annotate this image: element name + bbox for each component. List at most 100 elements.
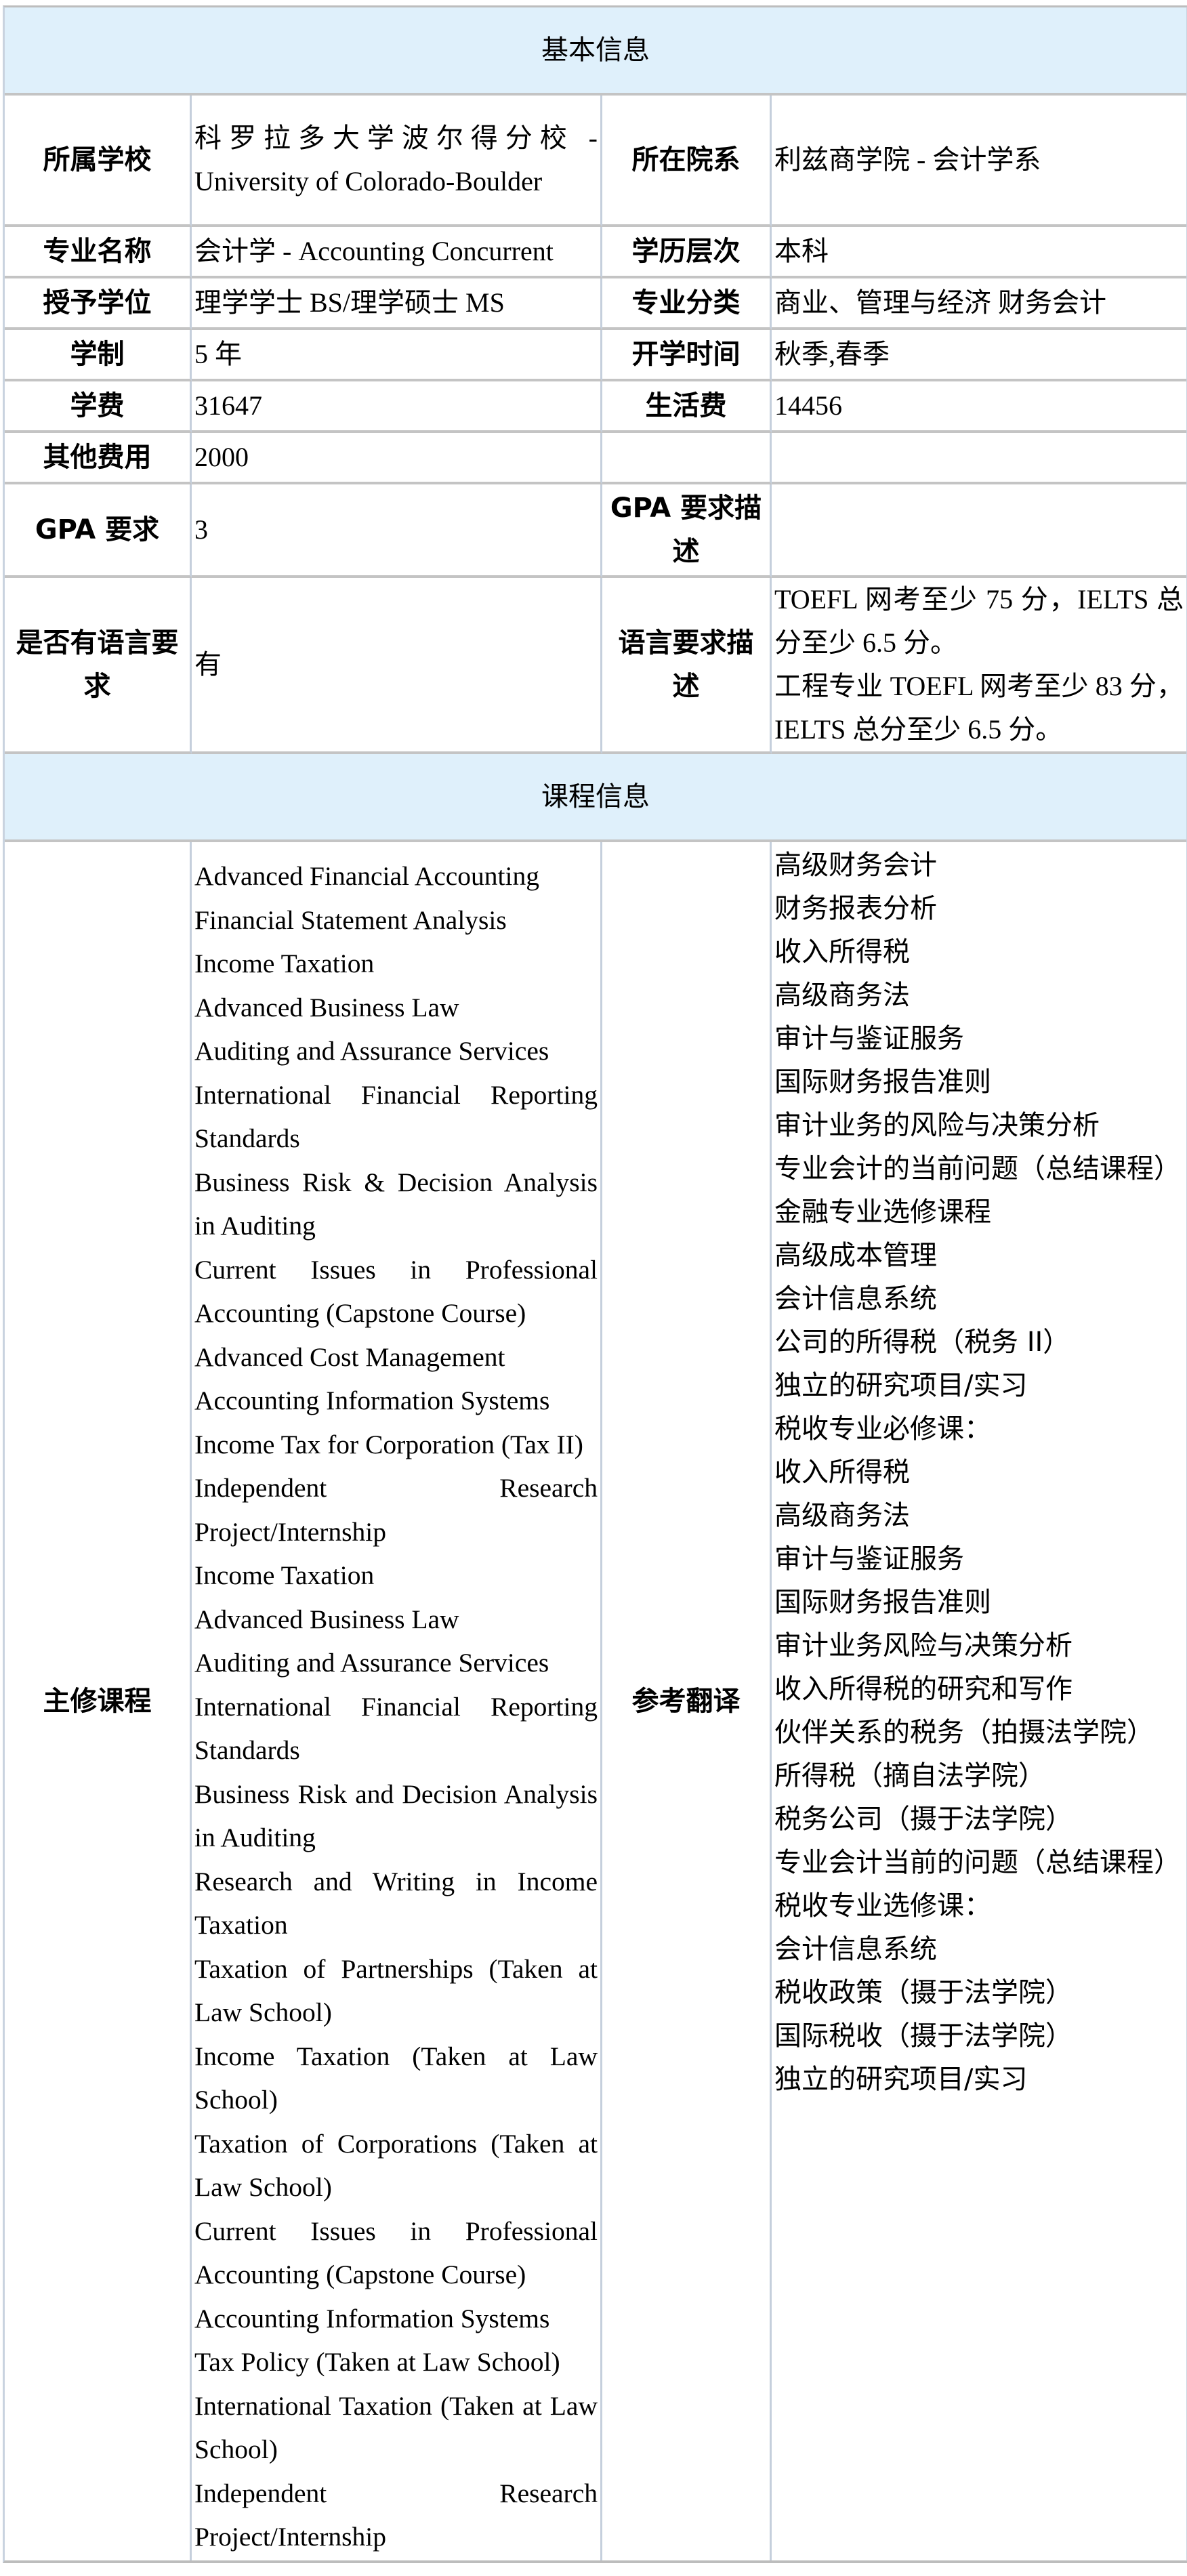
course-en-item: Accounting Information Systems <box>194 2303 550 2333</box>
tuition-value: 31647 <box>192 381 602 433</box>
courses-cn-cell: 高级财务会计 财务报表分析 收入所得税 高级商务法 审计与鉴证服务 国际财务报告准则 审计业… <box>772 842 1186 2560</box>
course-en-item: Financial Statement Analysis <box>194 905 507 935</box>
course-cn-item: 独立的研究项目/实习 <box>774 2064 1028 2095</box>
course-en-item: Taxation of Corporations (Taken at Law S… <box>194 2128 598 2203</box>
course-en-item: Income Taxation <box>194 1560 375 1590</box>
course-cn-item: 高级商务法 <box>774 1500 910 1531</box>
course-en-item: Auditing and Assurance Services <box>194 1036 549 1066</box>
course-info-section-header: 课程信息 <box>5 754 1186 842</box>
table-row: 学制 5 年 开学时间 秋季,春季 <box>5 330 1186 381</box>
course-cn-item: 高级财务会计 <box>774 850 937 881</box>
course-cn-item: 税收专业选修课： <box>774 1890 991 1921</box>
course-cn-item: 会计信息系统 <box>774 1283 937 1314</box>
course-en-item: International Financial Reporting Standa… <box>194 1691 598 1766</box>
course-cn-item: 高级商务法 <box>774 980 910 1011</box>
course-en-item: Independent Research Project/Internship <box>194 1473 598 1547</box>
course-cn-item: 专业会计当前的问题（总结课程） <box>774 1847 1181 1878</box>
course-en-item: Taxation of Partnerships (Taken at Law S… <box>194 1953 598 2028</box>
course-en-item: Current Issues in Professional Accountin… <box>194 1254 598 1329</box>
course-cn-item: 税收专业必修课： <box>774 1413 991 1445</box>
other-fees-value: 2000 <box>192 433 602 484</box>
course-en-item: Independent Research Project/Internship <box>194 2478 598 2552</box>
table-row: 所属学校 科罗拉多大学波尔得分校 - University of Colorad… <box>5 96 1186 227</box>
course-cn-item: 税务公司（摄于法学院） <box>774 1804 1073 1835</box>
course-cn-item: 高级成本管理 <box>774 1240 937 1271</box>
course-en-item: Auditing and Assurance Services <box>194 1648 549 1678</box>
major-category-value: 商业、管理与经济 财务会计 <box>772 278 1186 330</box>
basic-info-section-header: 基本信息 <box>5 7 1186 96</box>
courses-en-list: Advanced Financial Accounting Financial S… <box>194 842 598 2560</box>
tuition-label: 学费 <box>5 381 192 433</box>
language-description-label: 语言要求描述 <box>602 578 772 754</box>
gpa-description-label: GPA 要求描述 <box>602 484 772 578</box>
course-en-item: Income Taxation (Taken at Law School) <box>194 2041 598 2115</box>
course-cn-item: 收入所得税 <box>774 936 910 968</box>
course-en-item: Business Risk and Decision Analysis in A… <box>194 1779 598 1853</box>
language-requirement-label: 是否有语言要求 <box>5 578 192 754</box>
course-en-item: Accounting Information Systems <box>194 1386 550 1415</box>
course-en-item: Income Taxation <box>194 949 375 978</box>
translation-label: 参考翻译 <box>602 842 772 2560</box>
intake-label: 开学时间 <box>602 330 772 381</box>
course-cn-item: 财务报表分析 <box>774 893 937 924</box>
course-en-item: Tax Policy (Taken at Law School) <box>194 2347 560 2377</box>
course-en-item: Advanced Cost Management <box>194 1342 505 1372</box>
table-row: 专业名称 会计学 - Accounting Concurrent 学历层次 本科 <box>5 227 1186 278</box>
course-cn-item: 独立的研究项目/实习 <box>774 1370 1028 1401</box>
course-cn-item: 国际财务报告准则 <box>774 1066 991 1098</box>
empty-label <box>602 433 772 484</box>
course-cn-item: 税收政策（摄于法学院） <box>774 1977 1073 2008</box>
table-row: 学费 31647 生活费 14456 <box>5 381 1186 433</box>
empty-value <box>772 433 1186 484</box>
department-label: 所在院系 <box>602 96 772 227</box>
department-value: 利兹商学院 - 会计学系 <box>772 96 1186 227</box>
major-category-label: 专业分类 <box>602 278 772 330</box>
course-cn-item: 审计与鉴证服务 <box>774 1543 964 1575</box>
living-cost-value: 14456 <box>772 381 1186 433</box>
table-row: 主修课程 Advanced Financial Accounting Financ… <box>5 842 1186 2560</box>
course-en-item: International Taxation (Taken at Law Sch… <box>194 2390 598 2465</box>
courses-en-cell: Advanced Financial Accounting Financial S… <box>192 842 602 2560</box>
degree-awarded-label: 授予学位 <box>5 278 192 330</box>
course-cn-item: 公司的所得税（税务 II） <box>774 1327 1070 1358</box>
course-cn-item: 审计业务的风险与决策分析 <box>774 1110 1100 1141</box>
major-courses-label: 主修课程 <box>5 842 192 2560</box>
degree-level-value: 本科 <box>772 227 1186 278</box>
course-cn-item: 审计与鉴证服务 <box>774 1023 964 1054</box>
course-cn-item: 收入所得税 <box>774 1457 910 1488</box>
courses-cn-list: 高级财务会计 财务报表分析 收入所得税 高级商务法 审计与鉴证服务 国际财务报告准则 审计业… <box>774 844 1184 2101</box>
course-cn-item: 审计业务风险与决策分析 <box>774 1630 1073 1661</box>
course-en-item: Income Tax for Corporation (Tax II) <box>194 1429 583 1459</box>
duration-value: 5 年 <box>192 330 602 381</box>
gpa-description-value <box>772 484 1186 578</box>
language-description-general: TOEFL 网考至少 75 分，IELTS 总分至少 6.5 分。 <box>774 584 1184 658</box>
major-name-value: 会计学 - Accounting Concurrent <box>192 227 602 278</box>
living-cost-label: 生活费 <box>602 381 772 433</box>
school-value: 科罗拉多大学波尔得分校 - University of Colorado-Bou… <box>192 96 602 227</box>
course-en-item: Advanced Financial Accounting <box>194 861 539 891</box>
degree-awarded-value: 理学学士 BS/理学硕士 MS <box>192 278 602 330</box>
course-en-item: Business Risk & Decision Analysis in Aud… <box>194 1167 598 1241</box>
intake-value: 秋季,春季 <box>772 330 1186 381</box>
course-en-item: Research and Writing in Income Taxation <box>194 1866 598 1940</box>
course-cn-item: 金融专业选修课程 <box>774 1197 991 1228</box>
course-en-item: International Financial Reporting Standa… <box>194 1079 598 1154</box>
course-cn-item: 收入所得税的研究和写作 <box>774 1674 1073 1705</box>
school-label: 所属学校 <box>5 96 192 227</box>
gpa-requirement-label: GPA 要求 <box>5 484 192 578</box>
course-cn-item: 国际税收（摄于法学院） <box>774 2020 1073 2052</box>
other-fees-label: 其他费用 <box>5 433 192 484</box>
program-info-page: 基本信息 所属学校 科罗拉多大学波尔得分校 - University of Co… <box>3 5 1187 2563</box>
table-row: 授予学位 理学学士 BS/理学硕士 MS 专业分类 商业、管理与经济 财务会计 <box>5 278 1186 330</box>
course-cn-item: 会计信息系统 <box>774 1934 937 1965</box>
degree-level-label: 学历层次 <box>602 227 772 278</box>
duration-label: 学制 <box>5 330 192 381</box>
language-requirement-value: 有 <box>192 578 602 754</box>
table-row: GPA 要求 3 GPA 要求描述 <box>5 484 1186 578</box>
course-cn-item: 所得税（摘自法学院） <box>774 1760 1045 1791</box>
program-info-table: 基本信息 所属学校 科罗拉多大学波尔得分校 - University of Co… <box>3 5 1187 2563</box>
table-row: 其他费用 2000 <box>5 433 1186 484</box>
table-row: 是否有语言要求 有 语言要求描述 TOEFL 网考至少 75 分，IELTS 总… <box>5 578 1186 754</box>
course-en-item: Advanced Business Law <box>194 992 459 1022</box>
course-cn-item: 国际财务报告准则 <box>774 1587 991 1618</box>
